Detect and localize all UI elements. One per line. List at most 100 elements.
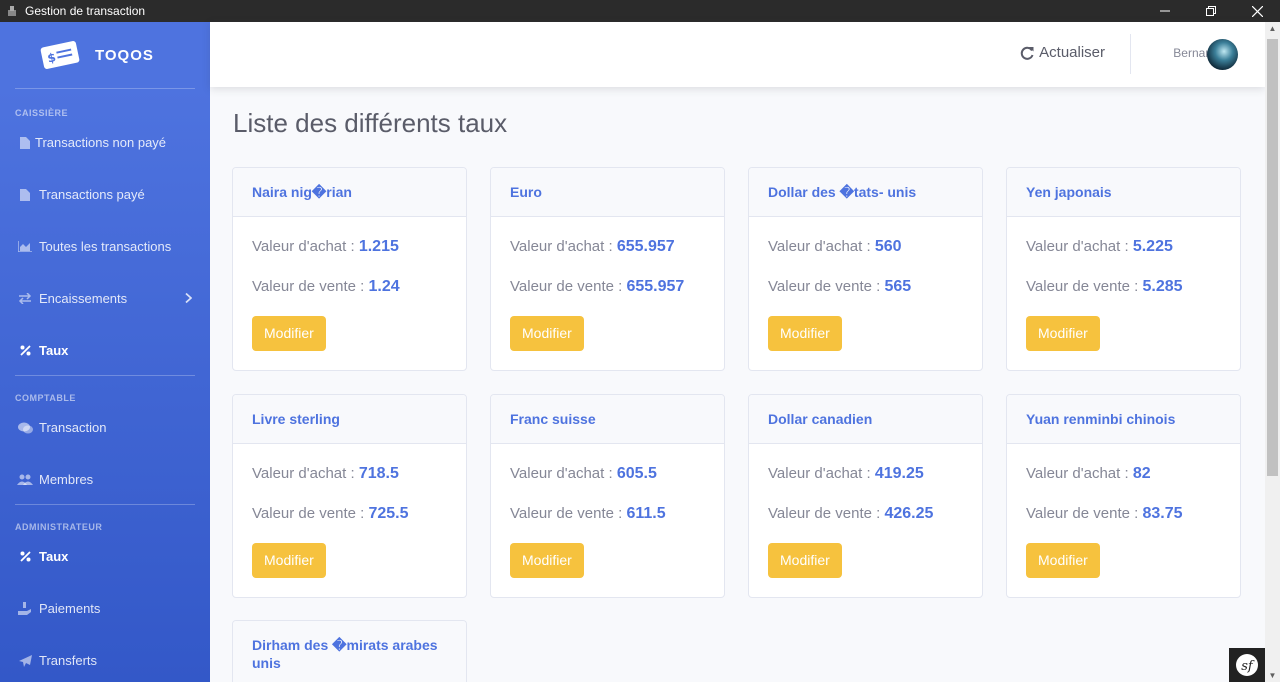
sidebar-heading-caissiere: CAISSIÈRE xyxy=(15,108,69,118)
sell-label: Valeur de vente : xyxy=(768,278,885,295)
window-title: Gestion de transaction xyxy=(25,4,146,18)
buy-label: Valeur d'achat : xyxy=(252,238,359,255)
sell-rate: Valeur de vente : 5.285 xyxy=(1026,277,1221,297)
sell-label: Valeur de vente : xyxy=(510,505,627,522)
sell-value: 611.5 xyxy=(626,505,666,522)
restore-button[interactable] xyxy=(1188,0,1234,22)
sidebar-item-encaissements[interactable]: Encaissements xyxy=(0,291,210,306)
modify-button[interactable]: Modifier xyxy=(252,543,326,578)
sidebar-item-transactions-paye[interactable]: Transactions payé xyxy=(0,187,210,202)
modify-button[interactable]: Modifier xyxy=(252,316,326,351)
percent-icon xyxy=(16,550,34,564)
scrollbar[interactable]: ▲ ▼ xyxy=(1265,22,1280,682)
avatar[interactable] xyxy=(1207,39,1238,70)
sell-rate: Valeur de vente : 611.5 xyxy=(510,504,705,524)
buy-label: Valeur d'achat : xyxy=(768,465,875,482)
sidebar-item-toutes-transactions[interactable]: Toutes les transactions xyxy=(0,239,210,254)
close-button[interactable] xyxy=(1234,0,1280,22)
sidebar-item-membres[interactable]: Membres xyxy=(0,472,210,487)
money-check-icon: $ xyxy=(38,39,82,71)
sidebar: $ TOQOS CAISSIÈRE Transactions non payé … xyxy=(0,22,210,682)
sidebar-item-label: Paiements xyxy=(39,601,101,616)
modify-button[interactable]: Modifier xyxy=(1026,543,1100,578)
card-currency-name: Livre sterling xyxy=(233,395,466,444)
buy-label: Valeur d'achat : xyxy=(768,238,875,255)
sell-label: Valeur de vente : xyxy=(252,505,369,522)
buy-label: Valeur d'achat : xyxy=(1026,238,1133,255)
card-currency-name: Euro xyxy=(491,168,724,217)
sidebar-item-transferts[interactable]: Transferts xyxy=(0,653,210,668)
buy-label: Valeur d'achat : xyxy=(1026,465,1133,482)
hand-holding-icon xyxy=(16,602,34,616)
sidebar-item-label: Taux xyxy=(39,343,69,358)
sell-rate: Valeur de vente : 655.957 xyxy=(510,277,705,297)
buy-rate: Valeur d'achat : 1.215 xyxy=(252,237,447,257)
paper-plane-icon xyxy=(16,654,34,668)
rate-card: Yen japonais Valeur d'achat : 5.225 Vale… xyxy=(1006,167,1241,371)
card-currency-name: Dirham des �mirats arabes unis xyxy=(233,621,466,682)
buy-value: 560 xyxy=(874,238,902,255)
sidebar-item-transaction[interactable]: Transaction xyxy=(0,420,210,435)
card-currency-name: Franc suisse xyxy=(491,395,724,444)
modify-button[interactable]: Modifier xyxy=(510,316,584,351)
sidebar-item-paiements[interactable]: Paiements xyxy=(0,601,210,616)
buy-value: 655.957 xyxy=(616,238,675,255)
modify-button[interactable]: Modifier xyxy=(768,316,842,351)
modify-button[interactable]: Modifier xyxy=(768,543,842,578)
scrollbar-thumb[interactable] xyxy=(1267,39,1278,476)
chart-area-icon xyxy=(16,240,34,254)
sell-label: Valeur de vente : xyxy=(768,505,885,522)
percent-icon xyxy=(16,344,34,358)
modify-button[interactable]: Modifier xyxy=(1026,316,1100,351)
sell-value: 5.285 xyxy=(1142,278,1183,295)
sidebar-divider xyxy=(15,375,195,376)
buy-rate: Valeur d'achat : 5.225 xyxy=(1026,237,1221,257)
buy-label: Valeur d'achat : xyxy=(252,465,359,482)
buy-label: Valeur d'achat : xyxy=(510,465,617,482)
sidebar-brand[interactable]: $ TOQOS xyxy=(0,22,210,88)
sidebar-heading-comptable: COMPTABLE xyxy=(15,393,76,403)
topbar-divider xyxy=(1130,34,1131,74)
sidebar-item-transactions-non-paye[interactable]: Transactions non payé xyxy=(0,135,210,150)
modify-button[interactable]: Modifier xyxy=(510,543,584,578)
minimize-button[interactable] xyxy=(1142,0,1188,22)
buy-rate: Valeur d'achat : 655.957 xyxy=(510,237,705,257)
sidebar-item-label: Encaissements xyxy=(39,291,128,306)
buy-rate: Valeur d'achat : 419.25 xyxy=(768,464,963,484)
scroll-up-arrow-icon[interactable]: ▲ xyxy=(1265,24,1280,33)
file-icon xyxy=(16,188,34,202)
sidebar-heading-administrateur: ADMINISTRATEUR xyxy=(15,522,103,532)
card-currency-name: Dollar des �tats- unis xyxy=(749,168,982,217)
rate-card: Dollar des �tats- unis Valeur d'achat : … xyxy=(748,167,983,371)
rate-card: Dirham des �mirats arabes unis xyxy=(232,620,467,682)
sell-value: 1.24 xyxy=(368,278,400,295)
card-currency-name: Dollar canadien xyxy=(749,395,982,444)
rate-card: Euro Valeur d'achat : 655.957 Valeur de … xyxy=(490,167,725,371)
symfony-toolbar-icon[interactable]: sf xyxy=(1229,648,1265,682)
card-currency-name: Naira nig�rian xyxy=(233,168,466,217)
brand-name: TOQOS xyxy=(95,46,154,64)
buy-value: 82 xyxy=(1132,465,1151,482)
sidebar-item-label: Transactions payé xyxy=(39,187,145,202)
buy-rate: Valeur d'achat : 605.5 xyxy=(510,464,705,484)
sidebar-item-label: Transaction xyxy=(39,420,107,435)
sell-label: Valeur de vente : xyxy=(1026,505,1143,522)
sidebar-item-label: Transferts xyxy=(39,653,98,668)
sidebar-item-taux-caissiere[interactable]: Taux xyxy=(0,343,210,358)
exchange-icon xyxy=(16,292,34,306)
users-icon xyxy=(16,473,34,487)
refresh-label: Actualiser xyxy=(1039,44,1105,61)
app-icon xyxy=(5,4,19,18)
sidebar-item-taux-admin[interactable]: Taux xyxy=(0,549,210,564)
sell-value: 725.5 xyxy=(368,505,409,522)
refresh-button[interactable]: Actualiser xyxy=(1020,44,1105,61)
sell-rate: Valeur de vente : 426.25 xyxy=(768,504,963,524)
sidebar-divider xyxy=(15,88,195,89)
buy-value: 5.225 xyxy=(1132,238,1173,255)
scroll-down-arrow-icon[interactable]: ▼ xyxy=(1265,671,1280,680)
comments-icon xyxy=(16,421,34,435)
sidebar-item-label: Toutes les transactions xyxy=(39,239,172,254)
sell-rate: Valeur de vente : 1.24 xyxy=(252,277,447,297)
sell-value: 426.25 xyxy=(884,505,934,522)
card-currency-name: Yuan renminbi chinois xyxy=(1007,395,1240,444)
